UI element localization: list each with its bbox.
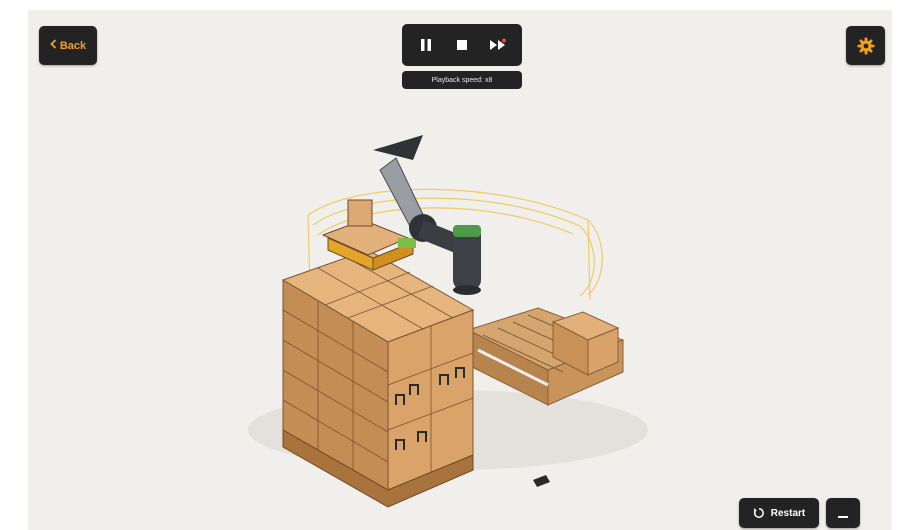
minimize-button[interactable] (826, 498, 860, 528)
chevron-left-icon (50, 39, 57, 52)
back-button[interactable]: Back (39, 26, 97, 65)
restart-button[interactable]: Restart (739, 498, 819, 528)
gear-icon (857, 37, 874, 54)
stop-icon (457, 40, 467, 50)
playback-speed-label: Playback speed: x8 (402, 71, 522, 89)
fast-forward-button[interactable] (485, 32, 511, 58)
3d-viewport[interactable]: Back Playback speed: x8 Restart (28, 10, 892, 530)
restart-icon (753, 508, 764, 518)
floor-marker (533, 475, 550, 487)
back-label: Back (59, 39, 87, 52)
restart-label: Restart (770, 507, 806, 519)
playback-controls (402, 24, 522, 66)
box-stack (281, 249, 475, 508)
stop-button[interactable] (449, 32, 475, 58)
settings-button[interactable] (846, 26, 885, 65)
pause-icon (421, 39, 431, 51)
minus-icon (838, 516, 848, 518)
fast-forward-icon (490, 38, 506, 50)
pause-button[interactable] (413, 32, 439, 58)
